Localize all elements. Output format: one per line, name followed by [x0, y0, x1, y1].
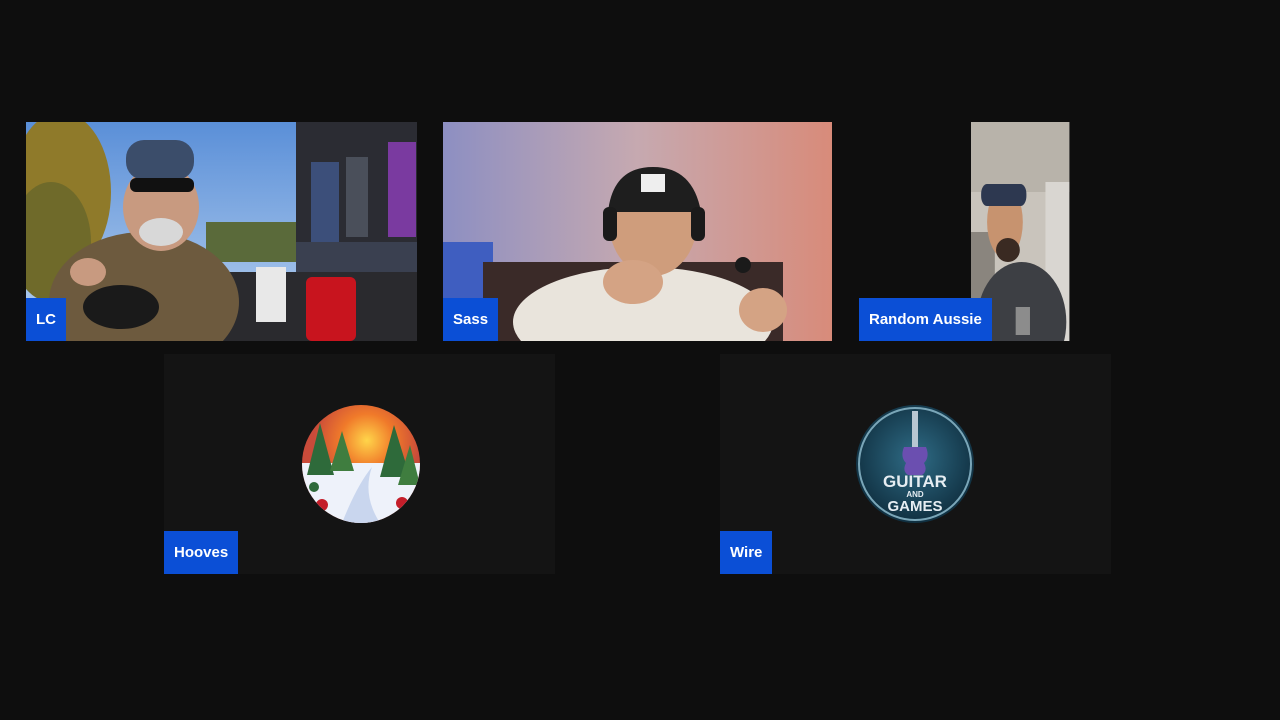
guitar-and-games-logo-icon: GUITAR AND GAMES — [856, 405, 974, 523]
participant-tile-lc[interactable]: LC — [26, 122, 417, 341]
participant-tile-hooves[interactable]: Hooves — [164, 354, 555, 574]
participant-name-tag: Sass — [443, 298, 499, 341]
logo-text-games: GAMES — [887, 498, 942, 515]
participant-name-tag: Wire — [720, 531, 773, 574]
participant-tile-sass[interactable]: Sass — [443, 122, 832, 341]
participant-name-tag: LC — [26, 298, 66, 341]
participant-tile-random-aussie[interactable]: Random Aussie — [859, 122, 1136, 341]
sass-video-feed — [443, 122, 832, 341]
logo-text-guitar: GUITAR — [883, 472, 947, 491]
winter-landscape-avatar-icon — [302, 405, 420, 523]
participant-tile-wire[interactable]: GUITAR AND GAMES Wire — [720, 354, 1111, 574]
participant-name-tag: Hooves — [164, 531, 239, 574]
participant-name-tag: Random Aussie — [859, 298, 992, 341]
lc-video-feed — [26, 122, 417, 341]
video-call-stage: LC Sass Random Aussie Hooves GUITAR AND … — [0, 0, 1280, 720]
random-aussie-video-feed — [971, 122, 1070, 341]
